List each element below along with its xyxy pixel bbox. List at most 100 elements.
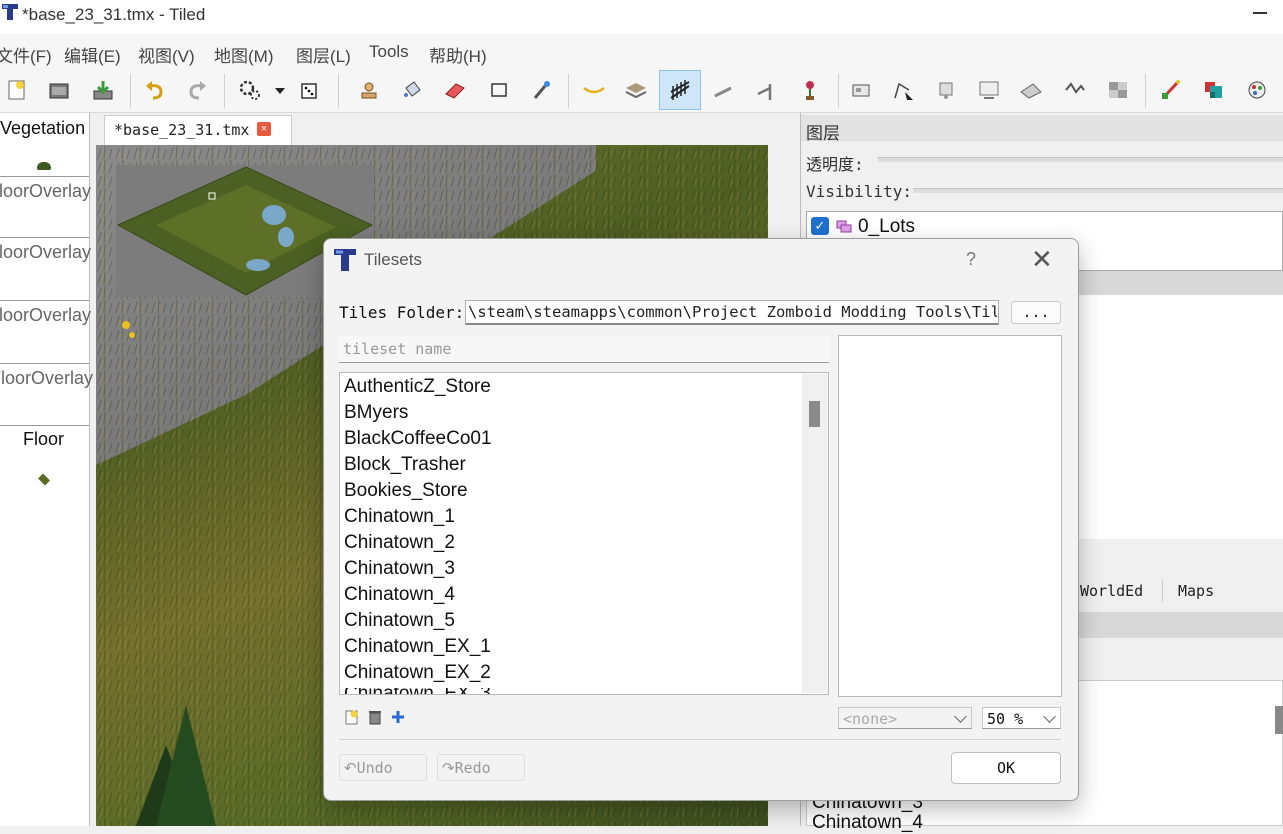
undo-small-icon: ↶: [344, 759, 357, 777]
random-dice-icon[interactable]: [298, 78, 322, 102]
list-item[interactable]: Chinatown_4: [812, 812, 923, 834]
tab-maps[interactable]: Maps: [1178, 582, 1214, 600]
room-tool-icon[interactable]: [934, 78, 958, 102]
zoom-select[interactable]: 50 %: [982, 707, 1061, 729]
chevron-down-icon: [954, 710, 967, 723]
tileset-item[interactable]: Chinatown_4: [344, 584, 455, 606]
layer-cell-flooroverlay[interactable]: FloorOverlay: [0, 364, 93, 426]
menu-map[interactable]: 地图(M): [214, 42, 273, 67]
paint-brush-icon[interactable]: [1159, 78, 1183, 102]
menu-layer[interactable]: 图层(L): [296, 42, 351, 67]
tileset-item[interactable]: BMyers: [344, 402, 408, 424]
redo-icon[interactable]: [185, 78, 209, 102]
redo-button-label: Redo: [454, 759, 491, 777]
screen-tool-icon[interactable]: [977, 78, 1001, 102]
toolbar-separator: [838, 74, 839, 108]
new-file-icon[interactable]: [5, 78, 29, 102]
opacity-slider[interactable]: [878, 157, 1283, 162]
layer-cell-flooroverlay[interactable]: FloorOverlay: [0, 238, 91, 301]
toolbar-separator: [568, 74, 569, 108]
tile-layers-icon[interactable]: [1202, 78, 1226, 102]
minimize-button[interactable]: [1253, 12, 1267, 14]
remove-tileset-icon[interactable]: [367, 709, 383, 725]
tiled-app-icon: [334, 249, 356, 271]
tileset-item[interactable]: BlackCoffeeCo01: [344, 428, 492, 450]
save-file-icon[interactable]: [91, 78, 115, 102]
layer-cell-label: FloorOverlay: [0, 181, 92, 201]
tiles-folder-label: Tiles Folder:: [339, 303, 465, 322]
bucket-fill-icon[interactable]: [400, 78, 424, 102]
tab-divider: [1162, 580, 1163, 602]
plane-tool-icon[interactable]: [1019, 78, 1043, 102]
tileset-item[interactable]: Chinatown_1: [344, 506, 455, 528]
menu-help[interactable]: 帮助(H): [429, 42, 487, 67]
document-tab-label: *base_23_31.tmx: [114, 121, 250, 139]
fence-tool-icon[interactable]: [668, 78, 692, 102]
toolbar-separator: [338, 74, 339, 108]
layer-cell-flooroverlay[interactable]: FloorOverlay: [0, 301, 91, 364]
layer-cell-flooroverlay[interactable]: FloorOverlay: [0, 177, 92, 238]
path-tool-icon[interactable]: [891, 78, 915, 102]
chevron-down-icon: [1043, 710, 1056, 723]
checker-tool-icon[interactable]: [1106, 78, 1130, 102]
wall-corner-icon[interactable]: [754, 78, 778, 102]
scrollbar-thumb[interactable]: [809, 401, 820, 427]
undo-button[interactable]: ↶Undo: [339, 754, 427, 781]
eraser-icon[interactable]: [443, 78, 467, 102]
add-icon[interactable]: [390, 709, 406, 725]
settings-gears-icon[interactable]: [238, 78, 262, 102]
scrollbar-thumb[interactable]: [1275, 706, 1283, 734]
wall-tool-icon[interactable]: [711, 78, 735, 102]
menu-edit[interactable]: 编辑(E): [64, 42, 121, 67]
tab-worlded[interactable]: WorldEd: [1080, 582, 1143, 600]
edge-tool-icon[interactable]: [624, 78, 648, 102]
eyedropper-icon[interactable]: [530, 78, 554, 102]
open-file-icon[interactable]: [47, 78, 71, 102]
object-tool-icon[interactable]: [849, 78, 873, 102]
browse-button[interactable]: ...: [1011, 301, 1061, 324]
add-tileset-icon[interactable]: [344, 709, 360, 725]
help-button[interactable]: ?: [966, 249, 976, 270]
dropdown-arrow-icon[interactable]: [268, 78, 292, 102]
tileset-item[interactable]: Chinatown_3: [344, 558, 455, 580]
layer-name[interactable]: 0_Lots: [858, 216, 915, 238]
palette-tool-icon[interactable]: [1245, 78, 1269, 102]
layer-cell-vegetation[interactable]: Vegetation: [0, 113, 89, 177]
layers-panel-title: 图层: [806, 124, 840, 143]
rect-select-icon[interactable]: [487, 78, 511, 102]
tile-preview-area[interactable]: [838, 335, 1062, 697]
tile-thumbnail: [38, 473, 50, 486]
window-title: *base_23_31.tmx - Tiled: [22, 5, 206, 24]
visibility-slider[interactable]: [913, 188, 1283, 193]
panel-strip: [1078, 612, 1283, 638]
plant-tool-icon[interactable]: [798, 78, 822, 102]
category-select[interactable]: <none>: [838, 707, 972, 729]
curb-tool-icon[interactable]: [582, 78, 606, 102]
close-icon[interactable]: ✕: [1031, 245, 1053, 273]
tileset-item[interactable]: AuthenticZ_Store: [344, 376, 491, 398]
tileset-item[interactable]: Chinatown_5: [344, 610, 455, 632]
tileset-item[interactable]: Chinatown_EX_1: [344, 636, 491, 658]
tileset-item[interactable]: Bookies_Store: [344, 480, 468, 502]
stamp-brush-icon[interactable]: [357, 78, 381, 102]
tileset-item-partial[interactable]: Chinatown_EX_3: [344, 688, 491, 694]
menu-view[interactable]: 视图(V): [138, 42, 195, 67]
menu-file[interactable]: 文件(F): [0, 42, 52, 67]
tileset-search-input[interactable]: [339, 336, 829, 363]
tileset-item[interactable]: Chinatown_2: [344, 532, 455, 554]
tileset-item[interactable]: Chinatown_EX_2: [344, 662, 491, 684]
toolbar-separator: [130, 74, 131, 108]
redo-button[interactable]: ↷Redo: [437, 754, 525, 781]
close-tab-icon[interactable]: ×: [257, 122, 271, 136]
ok-button[interactable]: OK: [951, 752, 1061, 784]
menu-tools[interactable]: Tools: [369, 42, 409, 62]
dialog-title: Tilesets: [364, 250, 422, 269]
layer-visible-checkbox[interactable]: ✓: [811, 217, 829, 235]
tiles-folder-value: \steam\steamapps\common\Project Zomboid …: [468, 303, 997, 321]
bmp-tool-icon[interactable]: [1063, 78, 1087, 102]
layer-cell-floor[interactable]: Floor: [0, 426, 89, 506]
tileset-item[interactable]: Block_Trasher: [344, 454, 466, 476]
undo-button-label: Undo: [356, 759, 393, 777]
opacity-label: 透明度:: [806, 155, 864, 174]
undo-icon[interactable]: [143, 78, 167, 102]
